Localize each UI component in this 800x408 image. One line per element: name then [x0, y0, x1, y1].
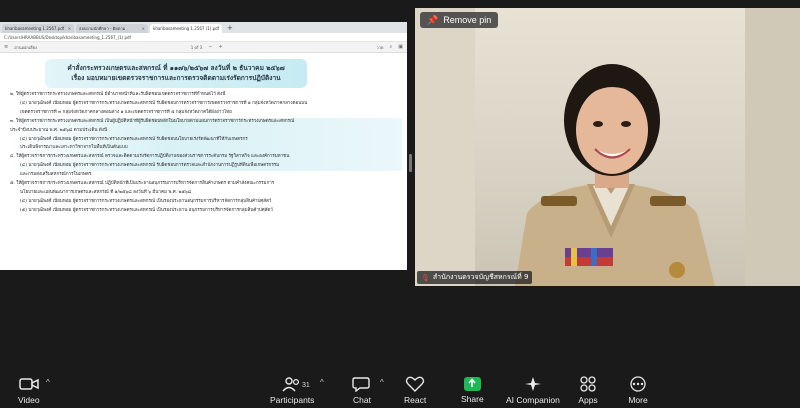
- participants-icon: [282, 377, 300, 392]
- document-line: (๕) นายวุฒิพงศ์ เนียมหอม ผู้ตรวจราชการกร…: [20, 207, 273, 213]
- more-icon: [630, 376, 646, 392]
- document-line: (๔) นายวุฒิพงศ์ เนียมหอม ผู้ตรวจราชการกร…: [20, 100, 308, 106]
- video-tile[interactable]: 📌 Remove pin 🎙 สำนักงานตรวจบัญชีสหกรณ์ที…: [415, 8, 800, 286]
- video-label: Video: [18, 395, 40, 405]
- document-line: และกรมส่งเสริมสหกรณ์การในเกษตร: [20, 172, 92, 178]
- share-screen-icon: [463, 377, 481, 391]
- document-line: (๔) นายวุฒิพงศ์ เนียมหอม ผู้ตรวจราชการกร…: [20, 198, 272, 204]
- participant-video: [415, 8, 800, 286]
- browser-tab-strip: kharibasameeting 1.2567.pdf × สอบถามนักศึ…: [0, 22, 407, 33]
- document-line: ๔. ให้ผู้ตรวจราชการกระทรวงเกษตรและสหกรณ์…: [10, 153, 402, 163]
- pin-icon: 📌: [427, 14, 439, 25]
- zoom-out-icon[interactable]: −: [208, 44, 212, 50]
- document-line: ประเด็นพิจารณาและเสาะหาวิชาจากในพื้นที่เ…: [10, 144, 402, 154]
- participants-options-caret[interactable]: ^: [320, 378, 324, 387]
- mic-muted-icon: 🎙: [421, 273, 430, 282]
- apps-button[interactable]: Apps: [578, 376, 598, 405]
- tab-label: kharibasameeting 1.2567 (1).pdf: [153, 26, 220, 31]
- video-button[interactable]: Video: [18, 376, 40, 405]
- pdf-page: คำสั่งกระทรวงเกษตรและสหกรณ์ ที่ ๑๑๗๖/๒๕๖…: [0, 53, 407, 270]
- heading-line-2: เรื่อง มอบหมายเขตตรวจราชการและการตรวจติด…: [71, 74, 281, 82]
- meeting-toolbar: Video ^ Participants 31 ^ Chat ^ React S…: [0, 372, 800, 408]
- browser-tab-1[interactable]: kharibasameeting 1.2567.pdf ×: [2, 24, 74, 33]
- more-button[interactable]: More: [628, 376, 648, 405]
- remove-pin-button[interactable]: 📌 Remove pin: [420, 12, 499, 28]
- browser-tab-2[interactable]: สอบถามนักศึกษา - ติดตาม ×: [76, 24, 148, 33]
- ai-companion-label: AI Companion: [506, 395, 560, 405]
- heading-line-1: คำสั่งกระทรวงเกษตรและสหกรณ์ ที่ ๑๑๗๖/๒๕๖…: [67, 64, 285, 72]
- more-label: More: [628, 395, 648, 405]
- chat-icon: [352, 377, 370, 392]
- browser-tab-3[interactable]: kharibasameeting 1.2567 (1).pdf×: [150, 24, 222, 33]
- menu-icon[interactable]: ≡: [4, 44, 8, 50]
- document-line: (๔) นายวุฒิพงศ์ เนียมหอม ผู้ตรวจราชการกร…: [10, 135, 402, 145]
- document-line: (๔) นายวุฒิพงศ์ เนียมหอม ผู้ตรวจราชการกร…: [10, 162, 402, 172]
- pdf-toolbar: ≡ อ่านออกเสียง 1 of 3 − + วาด ⌕ ▣: [0, 42, 407, 53]
- participant-name-tag: 🎙 สำนักงานตรวจบัญชีสหกรณ์ที่ 9: [417, 271, 533, 284]
- page-indicator[interactable]: 1 of 3: [191, 45, 203, 50]
- apps-label: Apps: [578, 395, 598, 405]
- tab-label: สอบถามนักศึกษา - ติดตาม: [79, 26, 126, 31]
- share-label: Share: [461, 394, 484, 404]
- document-line: ๕. ให้ผู้ตรวจราชการกระทรวงเกษตรและสหกรณ์…: [10, 181, 275, 187]
- document-body: ๒. ให้ผู้ตรวจราชการกระทรวงเกษตรและสหกรณ์…: [10, 91, 402, 216]
- close-icon[interactable]: ×: [68, 26, 71, 31]
- video-options-caret[interactable]: ^: [46, 378, 50, 387]
- document-heading: คำสั่งกระทรวงเกษตรและสหกรณ์ ที่ ๑๑๗๖/๒๕๖…: [45, 59, 307, 88]
- participants-count: 31: [302, 382, 310, 389]
- chat-options-caret[interactable]: ^: [380, 378, 384, 387]
- address-bar[interactable]: C:/Users/HRAABBUS/Desktop/kharibasameeti…: [0, 33, 407, 42]
- document-line: ประจำปีงบประมาณ พ.ศ. ๒๕๖๘ ตามประเด็น ดัง…: [10, 126, 402, 136]
- shared-screen[interactable]: kharibasameeting 1.2567.pdf × สอบถามนักศึ…: [0, 22, 407, 270]
- new-tab-button[interactable]: +: [224, 24, 236, 33]
- react-label: React: [404, 395, 427, 405]
- document-line: ๒. ให้ผู้ตรวจราชการกระทรวงเกษตรและสหกรณ์…: [10, 92, 226, 97]
- close-icon[interactable]: ×: [221, 26, 222, 31]
- participants-button[interactable]: Participants: [270, 376, 314, 405]
- zoom-in-icon[interactable]: +: [218, 44, 222, 50]
- read-aloud-button[interactable]: อ่านออกเสียง: [14, 44, 37, 51]
- participant-name: สำนักงานตรวจบัญชีสหกรณ์ที่ 9: [432, 273, 529, 281]
- save-icon[interactable]: ▣: [398, 44, 403, 50]
- share-button[interactable]: Share: [461, 376, 484, 404]
- tab-label: kharibasameeting 1.2567.pdf: [5, 26, 65, 31]
- close-icon[interactable]: ×: [142, 26, 145, 31]
- document-line: เขตตรวจราชการที่ ๓ กลุ่มจังหวัดภาคกลางตอ…: [20, 109, 232, 115]
- document-line: นโยบายและแผนพัฒนาการเกษตรและสหกรณ์ ที่ ๑…: [20, 189, 192, 195]
- react-button[interactable]: React: [404, 376, 426, 405]
- heart-icon: [405, 376, 425, 392]
- sparkle-icon: [524, 377, 541, 391]
- document-line: ๓. ให้ผู้ตรวจราชการกระทรวงเกษตรและสหกรณ์…: [10, 117, 402, 127]
- participants-label: Participants: [270, 395, 315, 405]
- chat-button[interactable]: Chat: [352, 376, 372, 405]
- video-camera-icon: [19, 378, 39, 390]
- ai-companion-button[interactable]: AI Companion: [506, 376, 560, 405]
- meeting-stage: kharibasameeting 1.2567.pdf × สอบถามนักศึ…: [0, 0, 800, 372]
- search-icon[interactable]: ⌕: [389, 44, 392, 50]
- remove-pin-label: Remove pin: [443, 15, 492, 25]
- split-resize-handle[interactable]: [409, 154, 412, 172]
- draw-button[interactable]: วาด: [376, 44, 383, 51]
- chat-label: Chat: [353, 395, 371, 405]
- apps-icon: [580, 376, 596, 392]
